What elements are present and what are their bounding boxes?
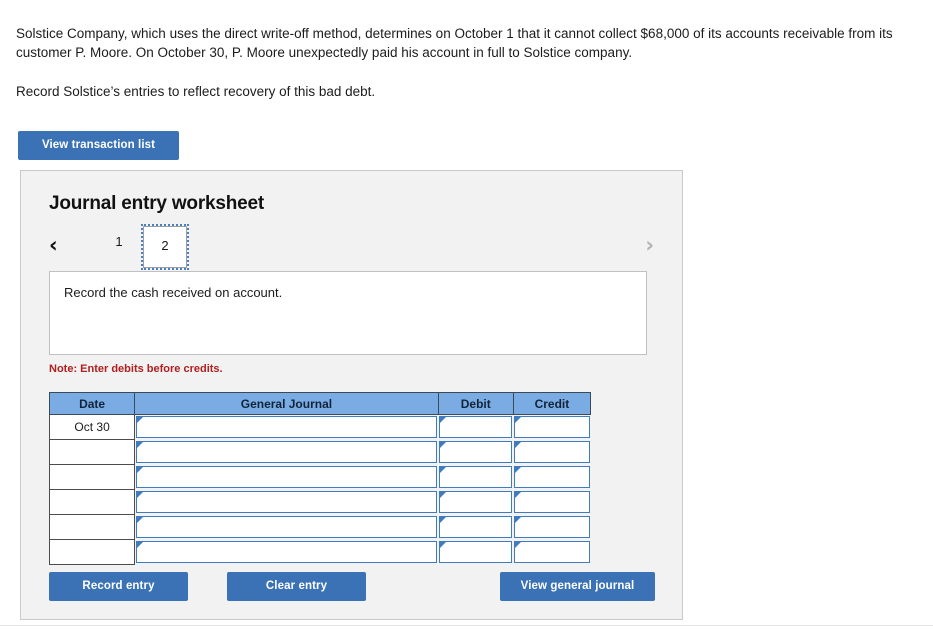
date-cell[interactable] [48,489,136,515]
debit-cell[interactable] [438,515,513,540]
worksheet-tab-strip: ‹ 1 2 › [49,224,664,270]
chevron-right-icon: › [645,233,654,257]
general-journal-input[interactable] [136,516,438,538]
general-journal-cell[interactable] [135,515,439,540]
credit-input[interactable] [514,516,590,538]
page-divider [0,625,933,626]
credit-cell[interactable] [513,415,590,440]
view-general-journal-button[interactable]: View general journal [500,572,655,601]
debit-cell[interactable] [438,540,513,565]
general-journal-input[interactable] [136,416,438,439]
general-journal-cell[interactable] [135,540,439,565]
problem-paragraph-2: Record Solstice’s entries to reflect rec… [16,84,376,99]
credit-input[interactable] [514,541,590,563]
record-entry-button[interactable]: Record entry [49,572,188,601]
credit-cell[interactable] [513,540,590,565]
debit-input[interactable] [439,491,513,513]
debit-input[interactable] [439,466,513,488]
credit-input[interactable] [514,491,590,513]
general-journal-cell[interactable] [135,465,439,490]
debit-cell[interactable] [438,440,513,465]
debit-cell[interactable] [438,465,513,490]
table-row [48,489,591,515]
date-cell[interactable]: Oct 30 [48,414,136,440]
problem-paragraph-1: Solstice Company, which uses the direct … [16,26,893,60]
chevron-left-icon[interactable]: ‹ [49,231,58,259]
debit-input[interactable] [439,441,513,463]
debit-input[interactable] [439,541,513,563]
problem-statement: Solstice Company, which uses the direct … [16,24,918,101]
general-journal-input[interactable] [136,466,438,488]
general-journal-input[interactable] [136,541,438,563]
credit-input[interactable] [514,416,590,439]
debit-cell[interactable] [438,415,513,440]
debit-input[interactable] [439,516,513,538]
journal-entry-worksheet-panel: Journal entry worksheet ‹ 1 2 › Record t… [20,170,683,620]
date-cell[interactable] [48,539,136,565]
instruction-box: Record the cash received on account. [49,271,647,355]
general-journal-table: Date General Journal Debit Credit Oct 30 [48,392,592,565]
date-cell[interactable] [48,439,136,465]
table-header-row: Date General Journal Debit Credit [48,392,592,415]
credit-cell[interactable] [513,440,590,465]
debit-cell[interactable] [438,490,513,515]
worksheet-tab-2[interactable]: 2 [141,224,189,270]
general-journal-input[interactable] [136,491,438,513]
column-header-credit: Credit [512,392,592,415]
credit-input[interactable] [514,466,590,488]
credit-input[interactable] [514,441,590,463]
credit-cell[interactable] [513,515,590,540]
column-header-date: Date [48,392,136,415]
debit-input[interactable] [439,416,513,439]
general-journal-input[interactable] [136,441,438,463]
date-cell[interactable] [48,514,136,540]
table-row [48,514,591,540]
table-row: Oct 30 [48,414,591,440]
debits-before-credits-note: Note: Enter debits before credits. [49,363,223,375]
column-header-debit: Debit [437,392,514,415]
instruction-text: Record the cash received on account. [64,285,283,300]
column-header-general-journal: General Journal [134,392,439,415]
table-row [48,539,591,565]
clear-entry-button[interactable]: Clear entry [227,572,366,601]
credit-cell[interactable] [513,490,590,515]
general-journal-cell[interactable] [135,440,439,465]
general-journal-cell[interactable] [135,490,439,515]
table-row [48,439,591,465]
table-row [48,464,591,490]
credit-cell[interactable] [513,465,590,490]
general-journal-cell[interactable] [135,415,439,440]
view-transaction-list-button[interactable]: View transaction list [18,131,179,160]
date-cell[interactable] [48,464,136,490]
worksheet-tab-1[interactable]: 1 [101,226,137,258]
worksheet-title: Journal entry worksheet [49,193,265,214]
